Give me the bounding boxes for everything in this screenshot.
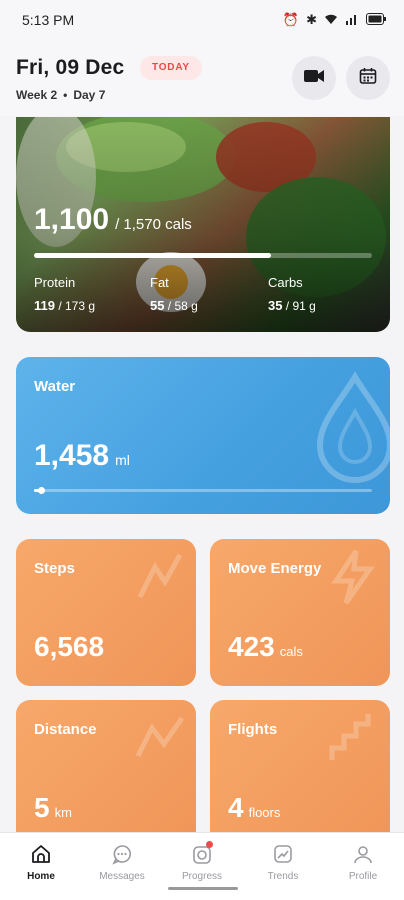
water-progress-bar <box>34 487 372 494</box>
tab-messages[interactable]: Messages <box>82 841 162 882</box>
day-label: Day 7 <box>73 88 106 102</box>
week-day-row: Week 2 • Day 7 <box>16 88 105 102</box>
tile-value: 423 <box>228 631 275 662</box>
tab-trends[interactable]: Trends <box>243 841 323 882</box>
tile-unit: floors <box>248 805 281 820</box>
macro-fat: Fat 55 / 58 g <box>150 275 198 313</box>
stairs-icon <box>329 714 371 760</box>
steps-tile[interactable]: Steps 6,568 <box>16 539 196 686</box>
tile-value: 6,568 <box>34 631 105 662</box>
macro-protein: Protein 119 / 173 g <box>34 275 95 313</box>
status-icons: ⏰ ✱ <box>283 12 386 28</box>
tile-title: Steps <box>34 560 75 577</box>
water-title: Water <box>34 378 76 395</box>
macro-value: 119 <box>34 298 55 313</box>
macro-label: Carbs <box>268 275 303 290</box>
macro-goal: / 91 g <box>282 299 316 313</box>
water-drop-icon <box>316 371 390 483</box>
home-icon <box>28 841 54 867</box>
trends-icon <box>270 841 296 867</box>
status-time: 5:13 PM <box>22 12 75 28</box>
status-bar: 5:13 PM ⏰ ✱ <box>0 0 404 40</box>
calories-progress-fill <box>34 253 271 258</box>
macro-carbs: Carbs 35 / 91 g <box>268 275 316 313</box>
energy-bolt-icon <box>331 549 375 605</box>
tab-label: Profile <box>348 871 378 882</box>
tab-label: Messages <box>99 871 145 882</box>
steps-icon <box>137 553 183 599</box>
calories-progress-bar <box>34 253 372 258</box>
distance-tile[interactable]: Distance 5 km <box>16 700 196 847</box>
tile-value: 4 <box>228 792 244 823</box>
macro-value: 55 <box>150 298 165 313</box>
flights-tile[interactable]: Flights 4 floors <box>210 700 390 847</box>
water-value: 1,458 <box>34 439 110 472</box>
water-card[interactable]: Water 1,458 ml <box>16 357 390 514</box>
date-title: Fri, 09 Dec <box>16 56 125 79</box>
header: Fri, 09 Dec TODAY Week 2 • Day 7 <box>0 40 404 116</box>
home-indicator <box>168 887 238 890</box>
tile-title: Move Energy <box>228 560 322 577</box>
water-amount: 1,458 ml <box>34 439 130 473</box>
today-badge[interactable]: TODAY <box>140 56 202 80</box>
water-progress-dot <box>37 487 45 494</box>
battery-icon <box>366 12 386 28</box>
distance-icon <box>135 716 185 758</box>
signal-icon <box>345 13 359 28</box>
calories-card[interactable]: 1,100 / 1,570 cals Protein 119 / 173 g F… <box>16 117 390 332</box>
tile-unit: km <box>54 805 72 820</box>
calories-summary: 1,100 / 1,570 cals <box>34 203 192 237</box>
tab-profile[interactable]: Profile <box>323 841 403 882</box>
tile-title: Distance <box>34 721 97 738</box>
profile-icon <box>350 841 376 867</box>
tile-title: Flights <box>228 721 278 738</box>
bluetooth-icon: ✱ <box>306 12 317 27</box>
tab-label: Home <box>27 871 55 882</box>
tile-unit: cals <box>279 644 303 659</box>
tab-home[interactable]: Home <box>1 841 81 882</box>
macro-goal: / 173 g <box>54 299 96 313</box>
calories-goal: / 1,570 cals <box>115 216 192 233</box>
move-energy-tile[interactable]: Move Energy 423 cals <box>210 539 390 686</box>
tab-progress[interactable]: Progress <box>162 841 242 882</box>
video-button[interactable] <box>292 56 336 100</box>
alarm-icon: ⏰ <box>282 12 300 27</box>
video-camera-icon <box>303 68 325 89</box>
macro-goal: / 58 g <box>164 299 198 313</box>
notification-dot <box>206 841 213 848</box>
wifi-icon <box>324 13 338 28</box>
calendar-icon <box>359 67 377 90</box>
calendar-button[interactable] <box>346 56 390 100</box>
tab-label: Trends <box>267 871 299 882</box>
macro-value: 35 <box>268 298 283 313</box>
messages-icon <box>109 841 135 867</box>
separator-dot: • <box>63 88 68 102</box>
water-unit: ml <box>115 452 130 468</box>
calories-consumed: 1,100 <box>34 203 110 236</box>
macro-label: Fat <box>150 275 169 290</box>
tab-label: Progress <box>181 871 222 882</box>
tile-value: 5 <box>34 792 50 823</box>
progress-icon <box>189 841 215 867</box>
macro-label: Protein <box>34 275 76 290</box>
week-label: Week 2 <box>16 88 58 102</box>
